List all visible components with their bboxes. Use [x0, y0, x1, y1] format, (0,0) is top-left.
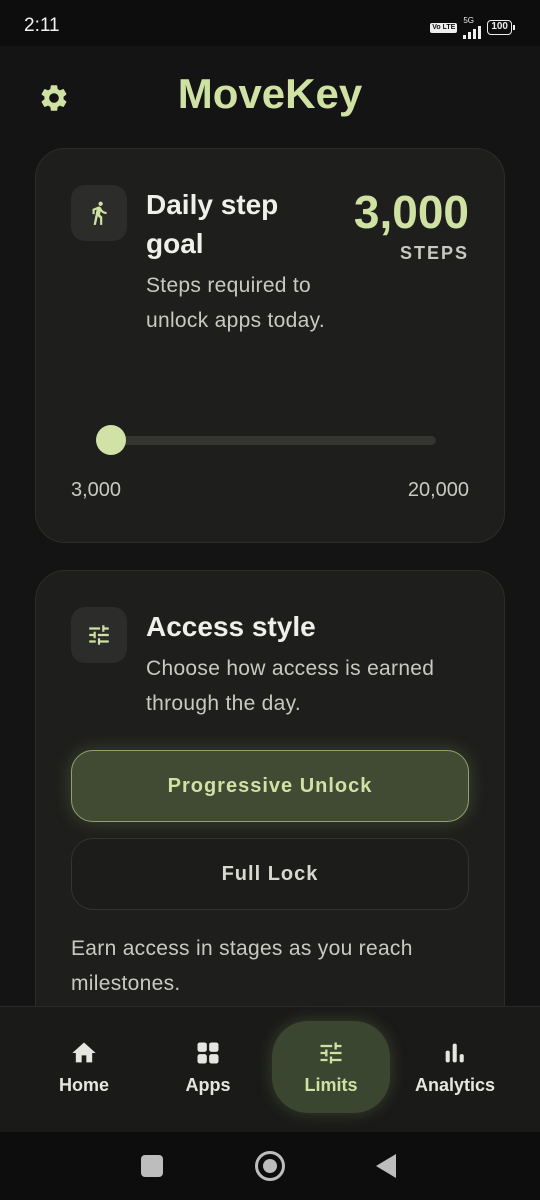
slider-thumb[interactable] — [96, 425, 126, 455]
grid-icon — [197, 1042, 219, 1063]
walking-person-icon — [92, 201, 107, 225]
status-time: 2:11 — [24, 15, 60, 36]
access-style-title: Access style — [146, 611, 316, 642]
access-style-description: Choose how access is earned through the … — [146, 657, 435, 715]
step-goal-description: Steps required to unlock apps today. — [146, 274, 325, 332]
battery-icon: 100 — [487, 20, 515, 35]
bar-chart-icon — [445, 1043, 464, 1062]
step-goal-card: Daily step goal Steps required to unlock… — [35, 148, 505, 543]
system-home-button[interactable] — [255, 1151, 285, 1181]
home-icon — [72, 1042, 96, 1062]
slider-min-label: 3,000 — [71, 479, 122, 501]
volte-icon: Vo LTE — [430, 22, 458, 33]
nav-limits[interactable]: Limits — [272, 1021, 390, 1113]
network-label: 5G — [463, 16, 474, 25]
sliders-icon — [89, 625, 109, 645]
access-style-note: Earn access in stages as you reach miles… — [71, 937, 413, 995]
network-indicator: 5G — [463, 16, 482, 39]
step-goal-title: Daily step goal — [146, 189, 279, 259]
nav-analytics-label: Analytics — [414, 1074, 496, 1095]
back-button[interactable] — [376, 1154, 396, 1178]
nav-home[interactable]: Home — [25, 1021, 143, 1113]
status-bar: 2:11 Vo LTE 5G 100 — [0, 0, 540, 46]
nav-home-label: Home — [58, 1074, 109, 1095]
full-lock-button[interactable]: Full Lock — [71, 838, 469, 910]
step-goal-value: 3,000 — [353, 186, 469, 238]
signal-icon — [463, 25, 482, 39]
status-icons: Vo LTE 5G 100 — [430, 16, 515, 39]
access-style-card: Access style Choose how access is earned… — [35, 570, 505, 1050]
step-goal-unit: STEPS — [399, 243, 469, 263]
recents-button[interactable] — [141, 1155, 163, 1177]
slider-max-label: 20,000 — [407, 479, 469, 501]
app-title: MoveKey — [177, 70, 363, 117]
nav-limits-label: Limits — [304, 1074, 358, 1095]
app-header: MoveKey — [0, 46, 540, 148]
bottom-nav: Home Apps Limits Analytics — [0, 1006, 540, 1132]
nav-analytics[interactable]: Analytics — [396, 1021, 514, 1113]
progressive-unlock-button[interactable]: Progressive Unlock — [71, 750, 469, 822]
nav-apps[interactable]: Apps — [149, 1021, 267, 1113]
system-nav-bar — [0, 1132, 540, 1200]
step-goal-icon-box — [71, 185, 127, 241]
nav-apps-label: Apps — [185, 1074, 231, 1095]
step-goal-slider[interactable] — [96, 425, 436, 455]
slider-track — [96, 436, 436, 445]
sliders-icon — [320, 1042, 342, 1063]
access-style-icon-box — [71, 607, 127, 663]
